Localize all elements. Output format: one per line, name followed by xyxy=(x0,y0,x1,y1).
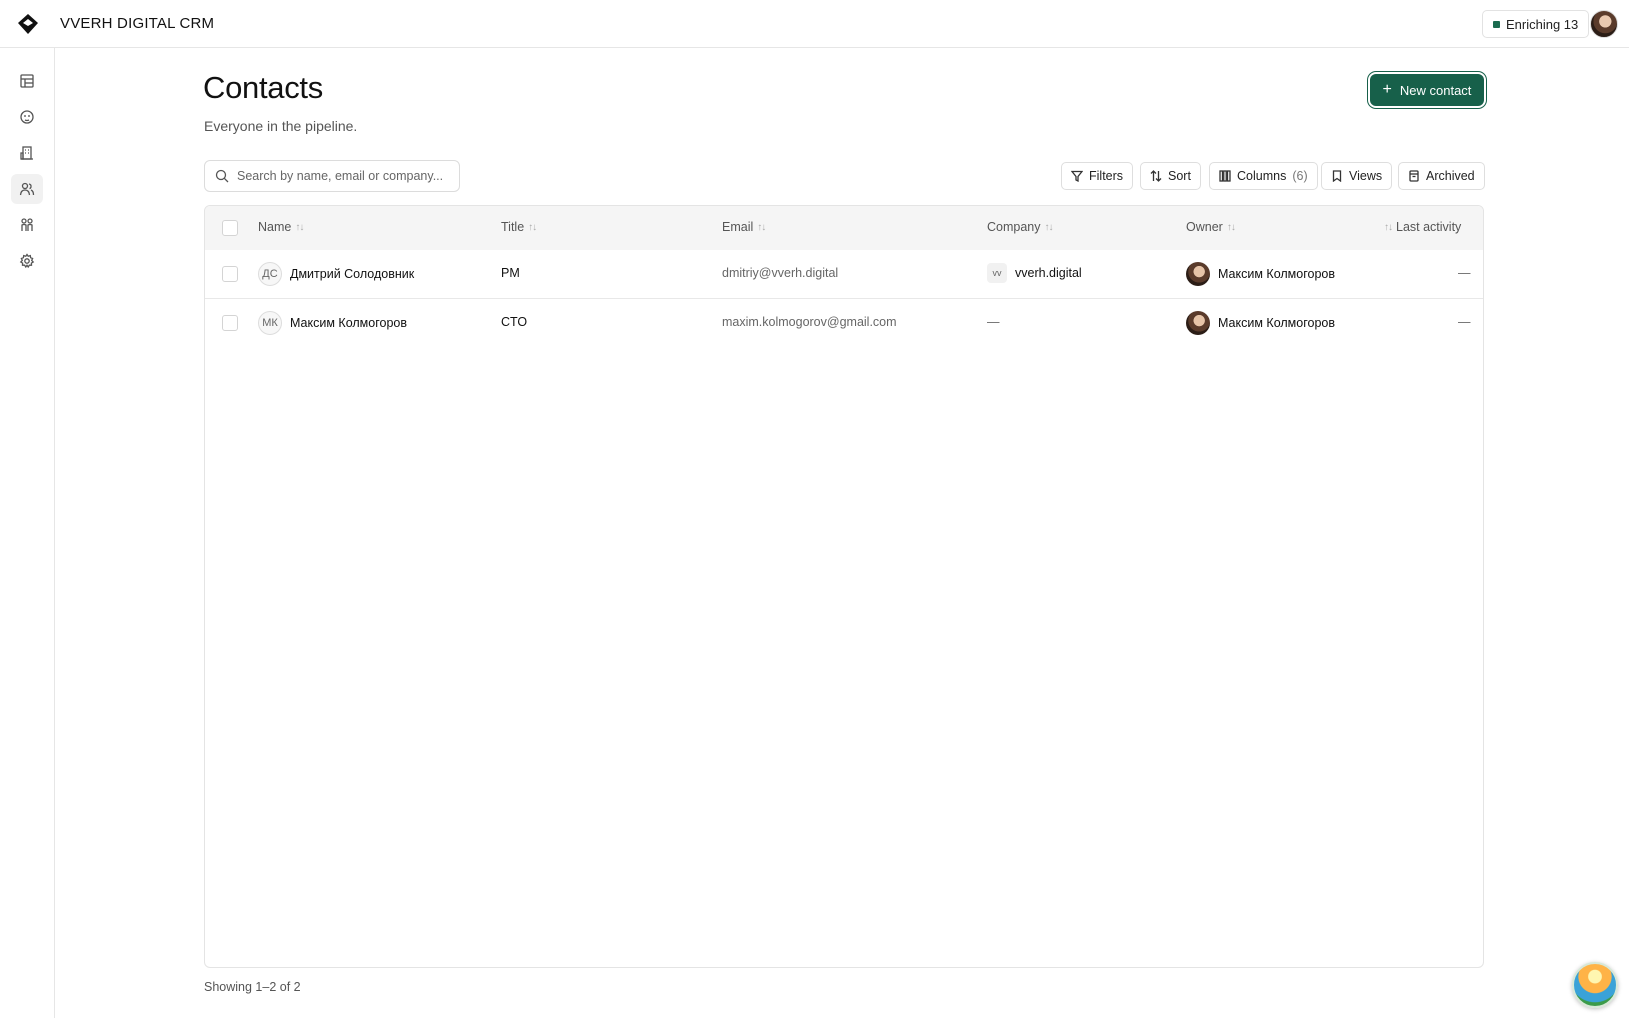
sidebar-item-chat[interactable] xyxy=(11,102,43,132)
column-company-label: Company xyxy=(987,220,1041,234)
owner-avatar xyxy=(1186,262,1210,286)
filters-button[interactable]: Filters xyxy=(1061,162,1134,190)
row-checkbox[interactable] xyxy=(222,315,238,331)
sort-arrows-icon: ↑↓ xyxy=(295,221,304,233)
sidebar-item-settings[interactable] xyxy=(11,246,43,276)
page-title: Contacts xyxy=(203,70,323,105)
user-avatar[interactable] xyxy=(1590,10,1618,38)
sort-button[interactable]: Sort xyxy=(1140,162,1201,190)
enriching-label: Enriching 13 xyxy=(1506,16,1579,32)
archive-icon xyxy=(1409,170,1419,182)
pagination-summary: Showing 1–2 of 2 xyxy=(204,980,301,994)
plus-icon: + xyxy=(1382,81,1392,98)
owner-cell[interactable]: Максим Колмогоров xyxy=(1186,311,1335,335)
column-title-label: Title xyxy=(501,220,525,234)
select-all-checkbox[interactable] xyxy=(222,220,238,236)
company-logo: vv xyxy=(987,263,1007,283)
table-row[interactable]: ДС Дмитрий Солодовник PM dmitriy@vverh.d… xyxy=(205,250,1483,299)
column-header-last-activity[interactable]: ↑↓ Last activity xyxy=(1384,220,1461,234)
app-logo-icon[interactable] xyxy=(17,13,39,35)
sidebar-item-contacts[interactable] xyxy=(11,174,43,204)
column-name-label: Name xyxy=(258,220,292,234)
contact-avatar: МК xyxy=(258,311,282,335)
app-title: VVERH DIGITAL CRM xyxy=(60,15,215,32)
column-email-label: Email xyxy=(722,220,754,234)
column-header-name[interactable]: Name ↑↓ xyxy=(258,220,304,234)
users-icon xyxy=(19,182,35,196)
status-dot-icon xyxy=(1493,20,1500,28)
new-contact-label: New contact xyxy=(1399,82,1472,98)
column-header-company[interactable]: Company ↑↓ xyxy=(987,220,1054,234)
row-checkbox[interactable] xyxy=(222,266,238,282)
assistant-launcher-button[interactable] xyxy=(1572,962,1618,1008)
sort-arrows-icon: ↑↓ xyxy=(1226,221,1236,233)
views-button[interactable]: Views xyxy=(1321,162,1393,190)
page-subtitle: Everyone in the pipeline. xyxy=(204,118,358,134)
sort-label: Sort xyxy=(1168,169,1191,183)
last-activity: — xyxy=(1458,266,1471,280)
face-icon xyxy=(20,110,34,124)
sidebar-item-dashboard[interactable] xyxy=(11,66,43,96)
company-cell[interactable]: vv vverh.digital xyxy=(987,263,1082,283)
owner-name: Максим Колмогоров xyxy=(1218,267,1335,281)
search-icon xyxy=(215,169,229,183)
bookmark-icon xyxy=(1332,170,1342,182)
company-name: — xyxy=(987,315,1000,329)
owner-name: Максим Колмогоров xyxy=(1218,316,1335,330)
contact-name-cell[interactable]: МК Максим Колмогоров xyxy=(258,311,407,335)
owner-avatar xyxy=(1186,311,1210,335)
columns-icon xyxy=(1219,170,1231,182)
column-header-title[interactable]: Title ↑↓ xyxy=(501,220,537,234)
search-input[interactable] xyxy=(237,169,447,183)
search-box[interactable] xyxy=(204,160,460,192)
views-label: Views xyxy=(1349,169,1383,183)
column-header-email[interactable]: Email ↑↓ xyxy=(722,220,766,234)
last-activity: — xyxy=(1458,315,1471,329)
sort-arrows-icon: ↑↓ xyxy=(528,221,537,233)
sort-arrows-icon: ↑↓ xyxy=(1044,221,1054,233)
sidebar-item-companies[interactable] xyxy=(11,138,43,168)
enriching-status-button[interactable]: Enriching 13 xyxy=(1482,10,1590,38)
new-contact-button[interactable]: + New contact xyxy=(1370,74,1484,106)
sort-arrows-icon: ↑↓ xyxy=(757,221,766,233)
company-name: vverh.digital xyxy=(1015,266,1082,280)
building-icon xyxy=(20,146,33,160)
table-row[interactable]: МК Максим Колмогоров CTO maxim.kolmogoro… xyxy=(205,299,1483,348)
column-header-owner[interactable]: Owner ↑↓ xyxy=(1186,220,1236,234)
owner-cell[interactable]: Максим Колмогоров xyxy=(1186,262,1335,286)
contact-title: PM xyxy=(501,266,520,280)
layout-icon xyxy=(20,74,34,88)
sidebar-item-team[interactable] xyxy=(11,210,43,240)
contact-name: Дмитрий Солодовник xyxy=(290,267,415,281)
table-header: Name ↑↓ Title ↑↓ Email ↑↓ Company ↑↓ Owner ↑↓… xyxy=(205,206,1483,250)
filters-label: Filters xyxy=(1089,169,1124,183)
sort-arrows-icon: ↑↓ xyxy=(1384,221,1393,233)
archived-label: Archived xyxy=(1426,169,1475,183)
people-icon xyxy=(21,218,33,231)
contact-title: CTO xyxy=(501,315,528,329)
columns-label: Columns xyxy=(1237,169,1287,183)
gear-icon xyxy=(19,253,35,269)
column-owner-label: Owner xyxy=(1186,220,1223,234)
column-last-activity-label: Last activity xyxy=(1396,220,1462,234)
contact-email[interactable]: dmitriy@vverh.digital xyxy=(722,266,838,280)
columns-count: (6) xyxy=(1292,169,1308,183)
contact-avatar: ДС xyxy=(258,262,282,286)
sidebar xyxy=(0,48,55,1018)
contact-name: Максим Колмогоров xyxy=(290,316,407,330)
contacts-table: Name ↑↓ Title ↑↓ Email ↑↓ Company ↑↓ Owner ↑↓… xyxy=(204,205,1484,968)
filter-icon xyxy=(1071,170,1083,182)
columns-button[interactable]: Columns (6) xyxy=(1209,162,1318,190)
sort-icon xyxy=(1150,170,1162,182)
top-bar: VVERH DIGITAL CRM Enriching 13 xyxy=(0,0,1629,48)
contact-email[interactable]: maxim.kolmogorov@gmail.com xyxy=(722,315,897,329)
contact-name-cell[interactable]: ДС Дмитрий Солодовник xyxy=(258,262,415,286)
archived-button[interactable]: Archived xyxy=(1398,162,1485,190)
